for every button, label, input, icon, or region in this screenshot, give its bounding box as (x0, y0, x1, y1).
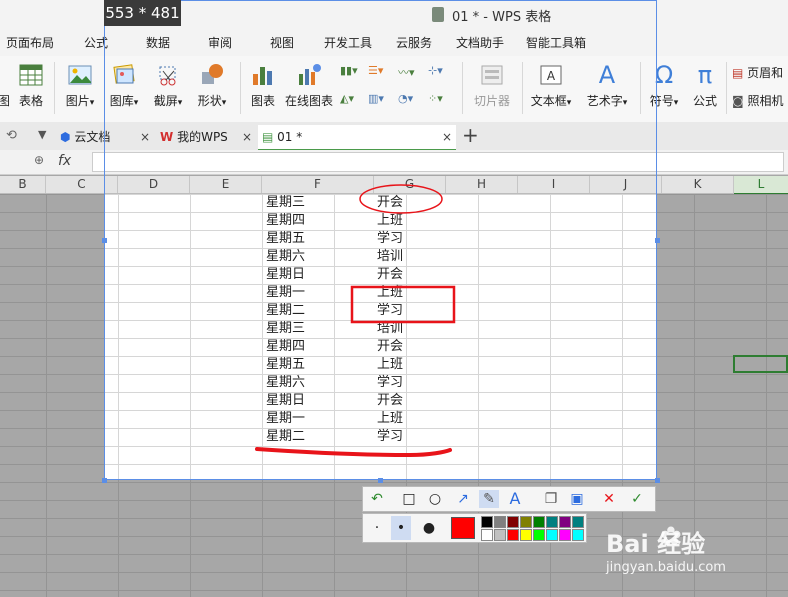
watermark-url: jingyan.baidu.com (606, 560, 726, 575)
color-swatch[interactable] (520, 516, 532, 528)
color-swatch[interactable] (546, 516, 558, 528)
arrow-tool-icon[interactable]: ↗ (453, 490, 473, 508)
baidu-jingyan-watermark: ✿ Bai 经验 jingyan.baidu.com (606, 520, 788, 582)
color-swatch[interactable] (494, 516, 506, 528)
brush-size-medium[interactable]: • (391, 516, 411, 540)
color-swatch[interactable] (533, 516, 545, 528)
annotation-toolbar: ↶ □ ○ ↗ ✎ A ❐ ▣ ✕ ✓ (362, 486, 656, 512)
color-swatch[interactable] (507, 516, 519, 528)
brush-tool-icon[interactable]: ✎ (479, 490, 499, 508)
color-swatch[interactable] (559, 529, 571, 541)
text-tool-icon[interactable]: A (505, 490, 525, 508)
color-swatch[interactable] (546, 529, 558, 541)
color-swatch[interactable] (572, 516, 584, 528)
save-icon[interactable]: ▣ (567, 490, 587, 508)
ellipse-tool-icon[interactable]: ○ (425, 490, 445, 508)
color-swatch[interactable] (481, 516, 493, 528)
undo-icon[interactable]: ↶ (367, 490, 387, 508)
confirm-icon[interactable]: ✓ (627, 490, 647, 508)
annotation-style-bar: · • ● (362, 513, 587, 543)
brush-size-small[interactable]: · (367, 519, 387, 537)
color-swatch[interactable] (520, 529, 532, 541)
color-swatch[interactable] (559, 516, 571, 528)
rectangle-tool-icon[interactable]: □ (399, 490, 419, 508)
annotation-ellipse (359, 184, 443, 214)
watermark-brand: Bai 经验 (606, 530, 706, 558)
brush-size-large[interactable]: ● (419, 519, 439, 537)
annotation-underline (255, 447, 452, 458)
annotation-rectangle (350, 285, 456, 324)
current-color-swatch[interactable] (451, 517, 475, 539)
color-swatch[interactable] (507, 529, 519, 541)
color-swatch[interactable] (572, 529, 584, 541)
color-swatch[interactable] (494, 529, 506, 541)
copy-icon[interactable]: ❐ (541, 490, 561, 508)
color-swatch[interactable] (481, 529, 493, 541)
cancel-icon[interactable]: ✕ (599, 490, 619, 508)
color-swatch[interactable] (533, 529, 545, 541)
